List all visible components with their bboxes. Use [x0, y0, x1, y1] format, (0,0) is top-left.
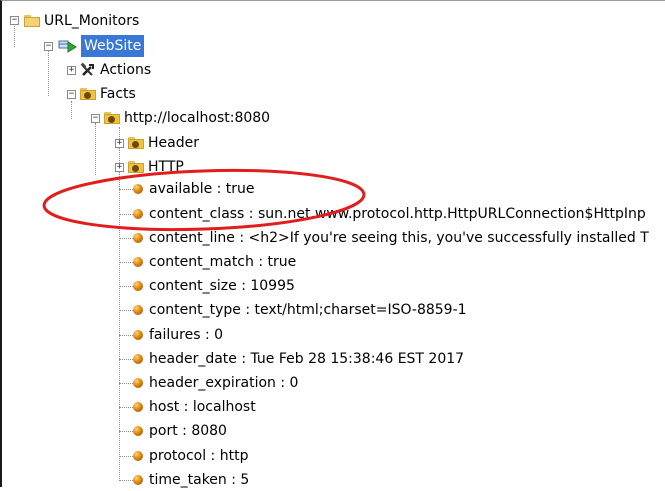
tree-line — [119, 431, 133, 432]
fact-label: protocol : http — [149, 448, 249, 464]
fact-label: content_size : 10995 — [149, 278, 295, 294]
expand-toggle[interactable]: + — [67, 66, 76, 75]
collapse-toggle[interactable]: − — [10, 16, 19, 25]
fact-item[interactable]: content_match : true — [133, 251, 296, 273]
fact-item[interactable]: protocol : http — [133, 445, 248, 467]
tree-node-label: Actions — [100, 62, 152, 78]
tree-line — [119, 127, 120, 479]
expand-toggle[interactable]: + — [115, 163, 124, 172]
tree-line — [119, 480, 133, 481]
tree-node-root[interactable]: URL_Monitors — [24, 10, 139, 32]
tree-node-url[interactable]: http://localhost:8080 — [104, 107, 270, 129]
tree-node-label: Header — [148, 135, 199, 151]
fact-label: header_expiration : 0 — [149, 375, 299, 391]
folder-icon — [128, 137, 144, 149]
collapse-toggle[interactable]: − — [67, 90, 76, 99]
fact-label: failures : 0 — [149, 327, 224, 343]
fact-item[interactable]: header_date : Tue Feb 28 15:38:46 EST 20… — [133, 348, 464, 370]
fact-item[interactable]: header_expiration : 0 — [133, 372, 298, 394]
fact-item[interactable]: content_line : <h2>If you're seeing this… — [133, 227, 649, 249]
ball-icon — [133, 451, 143, 461]
folder-icon — [128, 161, 144, 173]
fact-item[interactable]: content_class : sun.net.www.protocol.htt… — [133, 203, 646, 225]
tree-node-facts[interactable]: Facts — [80, 83, 136, 105]
tree-node-actions[interactable]: Actions — [80, 59, 151, 81]
tree-line — [14, 23, 15, 47]
tree-line — [119, 262, 133, 263]
fact-label: content_type : text/html;charset=ISO-885… — [149, 302, 467, 318]
tree-line — [95, 123, 96, 175]
fact-item[interactable]: failures : 0 — [133, 324, 223, 346]
tree-node-label: Facts — [100, 86, 136, 102]
fact-label: host : localhost — [149, 399, 256, 415]
ball-icon — [133, 233, 143, 243]
tree-line — [119, 189, 133, 190]
tree-line — [119, 310, 133, 311]
fact-label: content_class : sun.net.www.protocol.htt… — [149, 206, 646, 222]
folder-icon — [80, 88, 96, 100]
fact-item[interactable]: available : true — [133, 178, 255, 200]
folder-icon — [24, 15, 40, 27]
collapse-toggle[interactable]: − — [44, 42, 53, 51]
tree-view[interactable]: − URL_Monitors − WebSite + Actions − Fac… — [0, 0, 665, 488]
tree-node-website[interactable]: WebSite — [57, 35, 145, 57]
tree-node-label: HTTP — [148, 159, 184, 175]
tree-line — [119, 456, 133, 457]
fact-item[interactable]: content_size : 10995 — [133, 275, 295, 297]
ball-icon — [133, 330, 143, 340]
fact-item[interactable]: time_taken : 5 — [133, 469, 249, 491]
collapse-toggle[interactable]: − — [91, 114, 100, 123]
tools-icon — [80, 62, 96, 78]
ball-icon — [133, 378, 143, 388]
ball-icon — [133, 305, 143, 315]
tree-node-label: http://localhost:8080 — [124, 110, 271, 126]
folder-icon — [104, 112, 120, 124]
tree-line — [119, 359, 133, 360]
fact-label: content_line : <h2>If you're seeing this… — [149, 230, 649, 246]
tree-line — [119, 383, 133, 384]
ball-icon — [133, 281, 143, 291]
fact-item[interactable]: host : localhost — [133, 396, 256, 418]
fact-label: header_date : Tue Feb 28 15:38:46 EST 20… — [149, 351, 465, 367]
tree-node-header[interactable]: Header — [128, 132, 199, 154]
expand-toggle[interactable]: + — [115, 139, 124, 148]
fact-item[interactable]: content_type : text/html;charset=ISO-885… — [133, 299, 467, 321]
ball-icon — [133, 184, 143, 194]
fact-label: content_match : true — [149, 254, 297, 270]
tree-node-label: WebSite — [81, 35, 145, 57]
tree-line — [71, 101, 72, 119]
tree-line — [119, 335, 133, 336]
tree-line — [119, 286, 133, 287]
tree-node-label: URL_Monitors — [44, 13, 140, 29]
ball-icon — [133, 475, 143, 485]
tree-line — [119, 214, 133, 215]
ball-icon — [133, 402, 143, 412]
tree-line — [48, 48, 49, 96]
fact-label: port : 8080 — [149, 423, 227, 439]
ball-icon — [133, 354, 143, 364]
tree-node-http[interactable]: HTTP — [128, 156, 184, 178]
ball-icon — [133, 257, 143, 267]
tree-line — [119, 238, 133, 239]
fact-label: time_taken : 5 — [149, 472, 250, 488]
fact-label: available : true — [149, 181, 255, 197]
ball-icon — [133, 426, 143, 436]
fact-item[interactable]: port : 8080 — [133, 420, 227, 442]
website-icon — [57, 38, 79, 54]
tree-line — [119, 407, 133, 408]
ball-icon — [133, 209, 143, 219]
